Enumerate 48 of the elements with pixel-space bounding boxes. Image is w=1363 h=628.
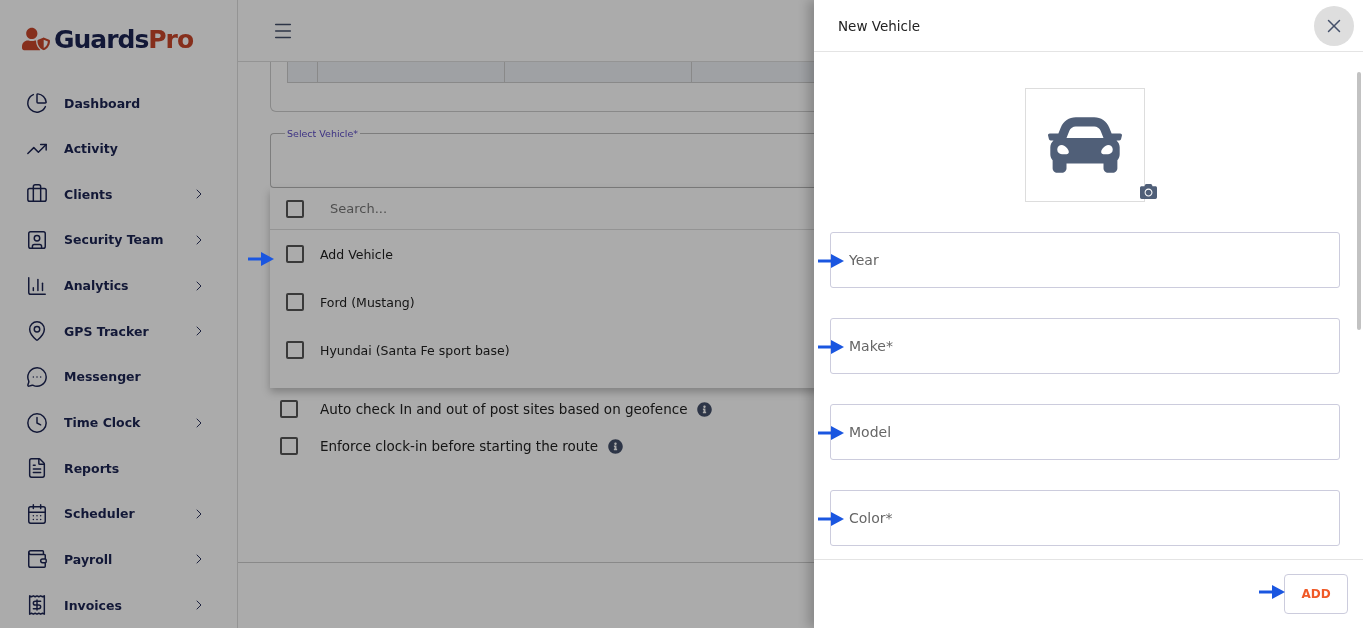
checkbox[interactable]	[280, 437, 298, 455]
input-field[interactable]: Year	[830, 232, 1340, 288]
close-button[interactable]	[1314, 5, 1354, 46]
input-field[interactable]: Model	[830, 404, 1340, 460]
input-field[interactable]: Make*	[830, 318, 1340, 374]
checkbox[interactable]	[286, 199, 304, 218]
nav-icon	[26, 457, 48, 480]
checkbox[interactable]	[286, 293, 304, 311]
nav-item[interactable]: GPS Tracker	[22, 308, 237, 355]
nav-item[interactable]: Time Clock	[22, 399, 237, 446]
nav-item[interactable]: Messenger	[22, 354, 237, 400]
nav-icon	[26, 548, 48, 571]
setting-label: Auto check In and out of post sites based on geofence	[320, 401, 688, 417]
nav-item[interactable]: Scheduler	[22, 491, 237, 537]
pointer-arrow-icon	[1259, 585, 1285, 599]
pointer-arrow-icon	[818, 254, 844, 268]
camera-icon[interactable]	[1140, 183, 1157, 200]
pointer-arrow-icon	[248, 252, 274, 266]
info-icon[interactable]	[608, 438, 623, 454]
nav-icon	[26, 274, 48, 297]
pointer-arrow-icon	[818, 340, 844, 354]
nav-item[interactable]: Security Team	[22, 217, 237, 263]
nav-item[interactable]: Clients	[22, 171, 237, 218]
checkbox[interactable]	[280, 400, 298, 418]
nav-item[interactable]: Payroll	[22, 536, 237, 583]
checkbox[interactable]	[286, 341, 304, 359]
info-icon[interactable]	[697, 401, 713, 417]
scrollbar[interactable]	[1357, 72, 1361, 330]
nav-icon	[26, 92, 48, 115]
nav-icon	[26, 594, 48, 617]
nav-item[interactable]: Activity	[22, 125, 237, 172]
nav-icon	[26, 365, 48, 388]
nav-icon	[26, 411, 48, 434]
logo-text: GuardsPro	[54, 24, 194, 54]
field-label: Select Vehicle*	[286, 128, 360, 139]
pointer-arrow-icon	[818, 426, 844, 440]
nav-icon	[26, 320, 48, 343]
drawer-title: New Vehicle	[838, 17, 920, 34]
nav-item[interactable]: Analytics	[22, 262, 237, 309]
checkbox[interactable]	[286, 245, 304, 263]
nav-icon	[26, 228, 48, 251]
setting-label: Enforce clock-in before starting the route	[320, 438, 598, 454]
nav-icon	[26, 502, 48, 525]
input-field[interactable]: Color*	[830, 490, 1340, 546]
nav-item[interactable]: Invoices	[22, 582, 237, 628]
nav-item[interactable]: Dashboard	[22, 80, 237, 126]
nav-item[interactable]: Reports	[22, 445, 237, 491]
pointer-arrow-icon	[818, 512, 844, 526]
